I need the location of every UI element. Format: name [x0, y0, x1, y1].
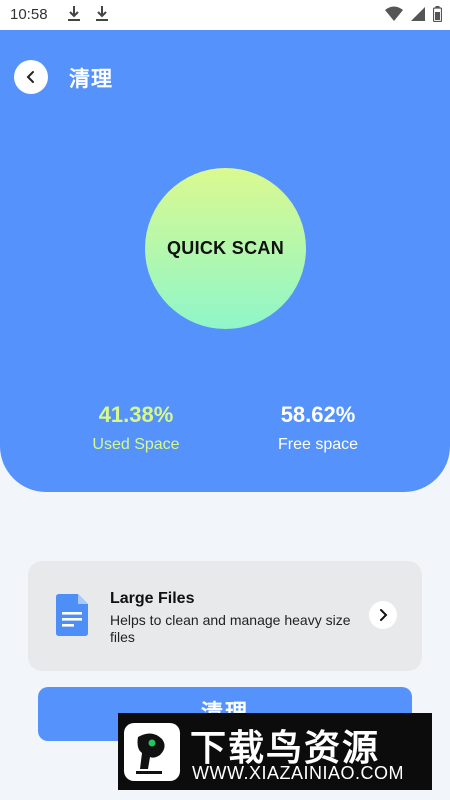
used-space-stat: 41.38% Used Space: [46, 402, 226, 454]
chevron-left-icon: [26, 71, 34, 83]
free-space-value: 58.62%: [280, 402, 356, 427]
watermark-url: WWW.XIAZAINIAO.COM: [192, 763, 404, 783]
bird-logo-icon: [124, 723, 180, 781]
chevron-right-icon: [380, 609, 388, 621]
large-files-card[interactable]: Large Files Helps to clean and manage he…: [28, 561, 422, 671]
signal-icon: [411, 7, 425, 21]
used-space-value: 41.38%: [98, 402, 174, 427]
battery-icon: [433, 6, 442, 22]
download-icon: [68, 6, 80, 21]
large-files-description: Helps to clean and manage heavy size fil…: [110, 612, 351, 645]
used-space-label: Used Space: [92, 436, 180, 453]
wifi-icon: [385, 6, 403, 21]
status-bar: 10:58: [0, 0, 450, 30]
free-space-stat: 58.62% Free space: [228, 402, 408, 454]
free-space-label: Free space: [277, 436, 359, 453]
storage-header-panel: 清理 QUICK SCAN 41.38% Used Space 58.62% F…: [0, 30, 450, 492]
back-button[interactable]: [14, 60, 48, 94]
screen: 10:58 清理 QUICK SCAN 41.38% Used Space 58…: [0, 0, 450, 800]
large-files-title: Large Files: [110, 590, 195, 607]
status-time: 10:58: [10, 6, 48, 23]
page-title: 清理: [69, 68, 113, 91]
download-icon: [96, 6, 108, 21]
large-files-open-button[interactable]: [369, 601, 397, 629]
watermark-banner: 下载鸟资源 WWW.XIAZAINIAO.COM: [118, 713, 432, 790]
document-icon: [56, 594, 88, 636]
quick-scan-label: QUICK SCAN: [166, 238, 284, 258]
quick-scan-button[interactable]: QUICK SCAN: [145, 168, 306, 329]
status-icons: [385, 6, 442, 22]
